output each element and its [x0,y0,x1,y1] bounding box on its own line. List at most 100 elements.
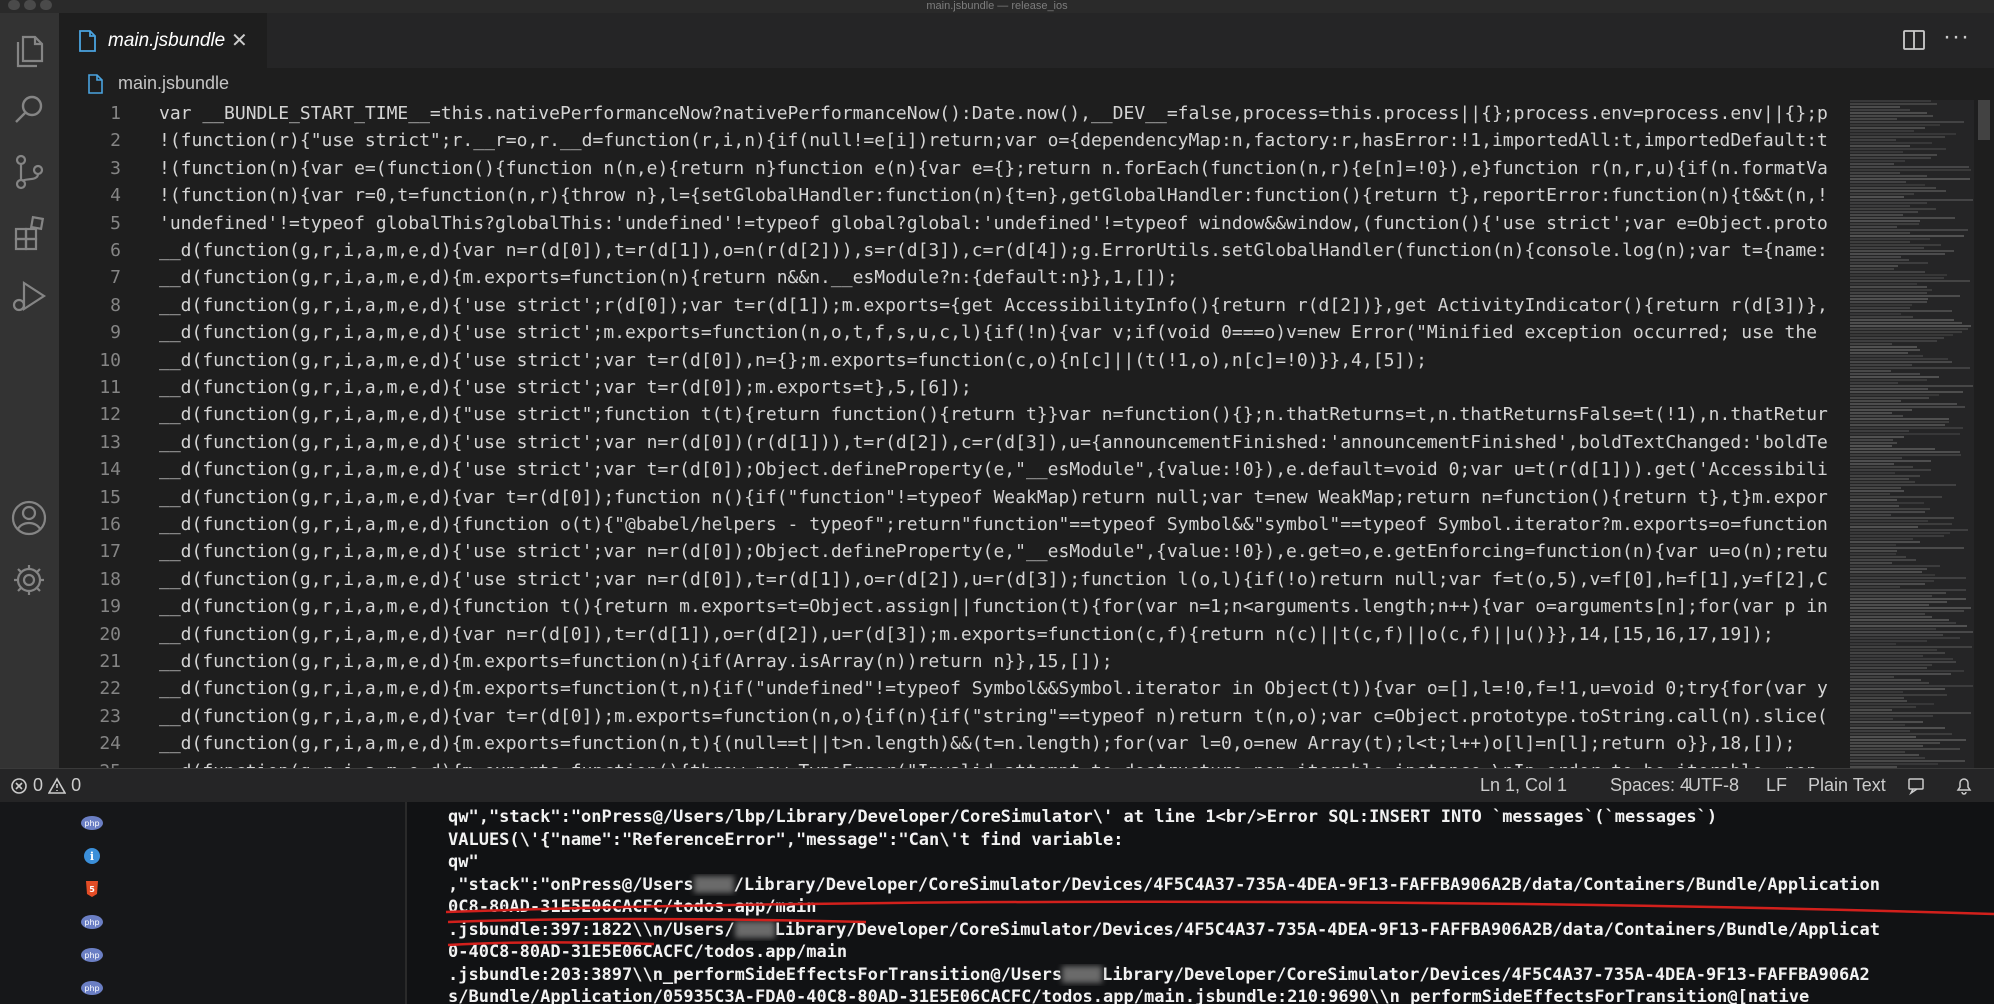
code-line[interactable]: 2 !(function(r){"use strict";r.__r=o,r.__… [59,127,1849,154]
minimap-row [1850,694,1947,696]
tab-main-jsbundle[interactable]: main.jsbundle ✕ [59,13,267,69]
vertical-scrollbar[interactable] [1974,100,1994,768]
split-editor-icon[interactable] [1902,29,1926,51]
php-icon[interactable]: php [80,814,104,832]
line-number: 15 [99,486,121,508]
minimap-row [1850,337,1944,339]
code-line[interactable]: 17 __d(function(g,r,i,a,m,e,d){'use stric… [59,538,1849,565]
code-line[interactable]: 16 __d(function(g,r,i,a,m,e,d){function o… [59,511,1849,538]
minimap-row [1850,652,1945,654]
minimap-row [1850,721,1923,723]
code-line[interactable]: 18 __d(function(g,r,i,a,m,e,d){'use stric… [59,566,1849,593]
minimap-row [1850,607,1972,609]
code-line[interactable]: 15 __d(function(g,r,i,a,m,e,d){var t=r(d[… [59,484,1849,511]
minimap-row [1850,730,1910,732]
minimap-row [1850,403,1957,405]
encoding[interactable]: UTF-8 [1688,775,1739,796]
feedback-icon[interactable] [1907,776,1927,796]
code-line[interactable]: 20 __d(function(g,r,i,a,m,e,d){var n=r(d[… [59,621,1849,648]
language-mode[interactable]: Plain Text [1808,775,1886,796]
files-icon[interactable] [8,29,50,71]
code-line[interactable]: 24 __d(function(g,r,i,a,m,e,d){m.exports=… [59,730,1849,757]
code-line[interactable]: 14 __d(function(g,r,i,a,m,e,d){'use stric… [59,456,1849,483]
code-line[interactable]: 3 !(function(n){var e=(function(){functio… [59,155,1849,182]
code-line[interactable]: 25 __d(function(g,r,i,a,m,e,d){m.exports=… [59,758,1849,768]
window-titlebar: main.jsbundle — release_ios [0,0,1994,13]
line-code: __d(function(g,r,i,a,m,e,d){'use strict'… [159,431,1828,453]
minimap-row [1850,613,1925,615]
code-line[interactable]: 11 __d(function(g,r,i,a,m,e,d){'use stric… [59,374,1849,401]
code-line[interactable]: 13 __d(function(g,r,i,a,m,e,d){'use stric… [59,429,1849,456]
code-line[interactable]: 6 __d(function(g,r,i,a,m,e,d){var n=r(d[0… [59,237,1849,264]
code-line[interactable]: 22 __d(function(g,r,i,a,m,e,d){m.exports=… [59,675,1849,702]
code-line[interactable]: 19 __d(function(g,r,i,a,m,e,d){function t… [59,593,1849,620]
eol-sequence[interactable]: LF [1766,775,1787,796]
code-line[interactable]: 12 __d(function(g,r,i,a,m,e,d){"use stric… [59,401,1849,428]
code-line[interactable]: 4 !(function(n){var r=0,t=function(n,r){t… [59,182,1849,209]
extensions-icon[interactable] [8,213,50,255]
line-number: 19 [99,596,121,618]
minimap[interactable] [1850,100,1974,768]
minimap-row [1850,238,1930,240]
search-icon[interactable] [8,89,50,131]
source-control-icon[interactable] [8,151,50,193]
minimap-row [1850,658,1954,660]
minimap-row [1850,733,1953,735]
account-icon[interactable] [8,497,50,539]
bell-icon[interactable] [1955,776,1973,796]
cursor-position[interactable]: Ln 1, Col 1 [1480,775,1567,796]
minimap-row [1850,259,1909,261]
minimap-row [1850,247,1924,249]
info-icon[interactable]: i [80,847,104,865]
minimap-row [1850,181,1906,183]
code-line[interactable]: 23 __d(function(g,r,i,a,m,e,d){var t=r(d[… [59,703,1849,730]
minimap-row [1850,715,1934,717]
html5-icon[interactable]: 5 [80,880,104,898]
svg-text:php: php [84,819,99,828]
code-line[interactable]: 1 var __BUNDLE_START_TIME__=this.nativePe… [59,100,1849,127]
minimap-row [1850,727,1946,729]
minimap-row [1850,277,1945,279]
minimap-row [1850,505,1900,507]
minimap-row [1850,136,1946,138]
minimap-row [1850,289,1932,291]
code-line[interactable]: 21 __d(function(g,r,i,a,m,e,d){m.exports=… [59,648,1849,675]
log-line: s/Bundle/Application/05935C3A-FDA0-40C8-… [448,986,1994,1004]
minimap-row [1850,523,1953,525]
code-line[interactable]: 9 __d(function(g,r,i,a,m,e,d){'use strict… [59,319,1849,346]
problems-indicator[interactable]: 0 0 [10,775,81,796]
gear-icon[interactable] [8,559,50,601]
minimize-window-dot[interactable] [24,0,36,10]
code-editor[interactable]: 1 var __BUNDLE_START_TIME__=this.nativePe… [59,100,1994,768]
line-code: __d(function(g,r,i,a,m,e,d){function t()… [159,596,1828,618]
minimap-row [1850,469,1932,471]
code-line[interactable]: 10 __d(function(g,r,i,a,m,e,d){'use stric… [59,347,1849,374]
minimap-row [1850,700,1907,702]
close-icon[interactable]: ✕ [231,29,248,53]
minimap-row [1850,433,1960,435]
zoom-window-dot[interactable] [40,0,52,10]
run-debug-icon[interactable] [8,275,50,317]
minimap-row [1850,118,1897,120]
close-window-dot[interactable] [8,0,20,10]
more-actions-icon[interactable]: ··· [1943,23,1970,51]
minimap-row [1850,274,1948,276]
breadcrumb-file[interactable]: main.jsbundle [118,73,229,94]
php-icon[interactable]: php [80,946,104,964]
minimap-row [1850,160,1905,162]
minimap-row [1850,322,1963,324]
indentation[interactable]: Spaces: 4 [1610,775,1690,796]
minimap-row [1850,265,1898,267]
minimap-row [1850,106,1900,108]
code-line[interactable]: 5 'undefined'!=typeof globalThis?globalTh… [59,210,1849,237]
code-line[interactable]: 7 __d(function(g,r,i,a,m,e,d){m.exports=f… [59,264,1849,291]
minimap-row [1850,640,1927,642]
scroll-thumb[interactable] [1978,100,1990,140]
minimap-row [1850,550,1897,552]
code-line[interactable]: 8 __d(function(g,r,i,a,m,e,d){'use strict… [59,292,1849,319]
php-icon[interactable]: php [80,979,104,997]
minimap-row [1850,205,1910,207]
minimap-row [1850,661,1956,663]
minimap-row [1850,601,1947,603]
php-icon[interactable]: php [80,913,104,931]
